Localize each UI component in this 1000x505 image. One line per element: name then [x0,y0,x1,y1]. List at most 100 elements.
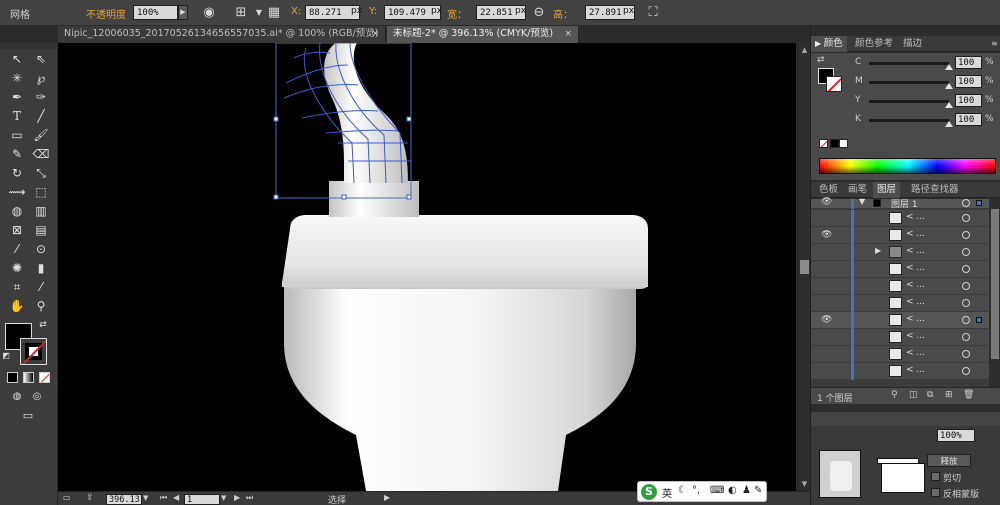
swap-colors-icon[interactable]: ⇄ [36,319,50,331]
tab-swatches[interactable]: 色板 [815,182,842,198]
default-colors-icon[interactable]: ◩ [1,351,11,361]
tab-color[interactable]: ▶ 颜色 [811,36,847,52]
tab-untitled-2[interactable]: 未标题-2* @ 396.13% (CMYK/预览) × [387,26,579,43]
locate-object-icon[interactable]: ⚲ [891,390,898,400]
opacity-label[interactable]: 不透明度 [86,6,126,21]
hand-tool-icon[interactable]: ✋ [7,297,27,315]
scale-tool-icon[interactable]: ⤡ [31,164,51,182]
layer-row[interactable]: < ... [811,346,989,363]
layer-row[interactable]: 👁 < ... [811,227,989,244]
layer-row[interactable]: < ... [811,363,989,380]
scroll-up-icon[interactable]: ▲ [800,45,809,55]
mesh-tool-icon[interactable]: ⊠ [7,221,27,239]
color-mode-icon[interactable] [7,372,18,383]
scrollbar-thumb[interactable] [991,209,999,359]
artboard-tool-icon[interactable]: ⌗ [7,278,27,296]
page-input[interactable] [184,494,220,505]
target-circle-icon[interactable] [962,214,970,222]
clip-checkbox[interactable] [931,472,940,481]
page-dropdown-icon[interactable]: ▼ [221,494,226,502]
first-page-icon[interactable]: ⏮ [160,493,167,503]
target-circle-icon[interactable] [962,333,970,341]
color-spectrum[interactable] [819,158,996,174]
tab-stroke[interactable]: 描边 [899,36,926,52]
slider-track[interactable] [869,81,949,84]
pencil-icon[interactable]: ✎ [7,145,27,163]
target-circle-icon[interactable] [962,282,970,290]
scroll-down-icon[interactable]: ▼ [800,479,809,489]
slice-tool-icon[interactable]: ⁄ [31,278,51,296]
layer-row[interactable]: < ... [811,210,989,227]
delete-layer-icon[interactable]: 🗑 [963,390,974,400]
expand-arrow-icon[interactable]: ▶ [875,246,881,255]
mesh-options-icon[interactable]: ⊞ [232,4,250,21]
prev-page-icon[interactable]: ◀ [173,493,179,502]
link-icon[interactable]: ⊖ [530,4,548,21]
channel-input[interactable] [955,94,982,107]
cyan-slider-row[interactable]: C % [855,56,1000,71]
type-tool-icon[interactable]: T [7,107,27,125]
magic-wand-icon[interactable]: ✳ [7,69,27,87]
layer-row[interactable]: < ... [811,278,989,295]
selection-square-icon[interactable] [976,317,982,323]
ime-language[interactable]: 英 [662,485,672,500]
target-circle-icon[interactable] [962,248,970,256]
invert-mask-checkbox[interactable] [931,488,940,497]
channel-input[interactable] [955,56,982,69]
zoom-dropdown-icon[interactable]: ▼ [143,494,148,502]
direct-selection-tool-icon[interactable]: ⇖ [31,50,51,68]
share-icon[interactable]: ⇪ [86,493,94,503]
zoom-tool-icon[interactable]: ⚲ [31,297,51,315]
sogou-logo-icon[interactable]: S [641,484,657,500]
transparency-opacity-input[interactable] [937,429,975,442]
slider-knob[interactable] [945,64,953,70]
tab-layers[interactable]: 图层 [873,182,901,198]
target-circle-icon[interactable] [962,231,970,239]
draw-mode-icon[interactable]: ◍ [7,388,27,406]
keyboard-icon[interactable]: ⌨ [710,485,724,496]
target-circle-icon[interactable] [962,316,970,324]
selection-tool-icon[interactable]: ↖ [7,50,27,68]
symbol-sprayer-icon[interactable]: ✺ [7,259,27,277]
slider-knob[interactable] [945,121,953,127]
channel-input[interactable] [955,75,982,88]
moon-icon[interactable]: ☾ [678,485,687,496]
slider-track[interactable] [869,119,949,122]
mask-icon[interactable]: ▭ [63,493,71,502]
release-button[interactable]: 释放 [927,454,971,467]
tab-color-guide[interactable]: 颜色参考 [851,36,897,52]
perspective-grid-icon[interactable]: ▥ [31,202,51,220]
reference-point-icon[interactable]: ▦ [265,4,283,21]
make-clipping-mask-icon[interactable]: ◫ [909,390,918,400]
last-page-icon[interactable]: ⏭ [246,493,253,503]
gradient-mode-icon[interactable] [23,372,34,383]
graph-tool-icon[interactable]: ▮ [31,259,51,277]
ime-toolbar[interactable]: S 英 ☾ °, ⌨ ◐ ♟ ✎ [637,481,767,502]
skin-icon[interactable]: ◐ [728,485,737,496]
target-circle-icon[interactable] [962,199,970,207]
layer-row[interactable]: < ... [811,329,989,346]
draw-behind-icon[interactable]: ◎ [27,388,47,406]
layer-row[interactable]: ▶ < ... [811,244,989,261]
slider-track[interactable] [869,62,949,65]
new-sublayer-icon[interactable]: ⧉ [927,390,933,400]
panel-menu-icon[interactable]: ≡ [987,36,1000,52]
scrollbar-thumb[interactable] [800,260,809,274]
white-swatch[interactable] [839,139,848,148]
none-swatch[interactable] [819,139,828,148]
yellow-slider-row[interactable]: Y % [855,94,1000,109]
paintbrush-icon[interactable]: 🖌 [31,126,51,144]
rotate-tool-icon[interactable]: ↻ [7,164,27,182]
target-circle-icon[interactable] [962,350,970,358]
rectangle-tool-icon[interactable]: ▭ [7,126,27,144]
black-slider-row[interactable]: K % [855,113,1000,128]
blend-tool-icon[interactable]: ⊙ [31,240,51,258]
slider-track[interactable] [869,100,949,103]
close-icon[interactable]: × [371,26,379,42]
panel-stroke-swatch[interactable] [826,76,842,92]
transform-icon[interactable]: ⛶ [644,4,662,21]
tab-pathfinder[interactable]: 路径查找器 [907,182,963,198]
free-transform-icon[interactable]: ⬚ [31,183,51,201]
expand-arrow-icon[interactable]: ▼ [859,197,865,206]
line-tool-icon[interactable]: ╱ [31,107,51,125]
